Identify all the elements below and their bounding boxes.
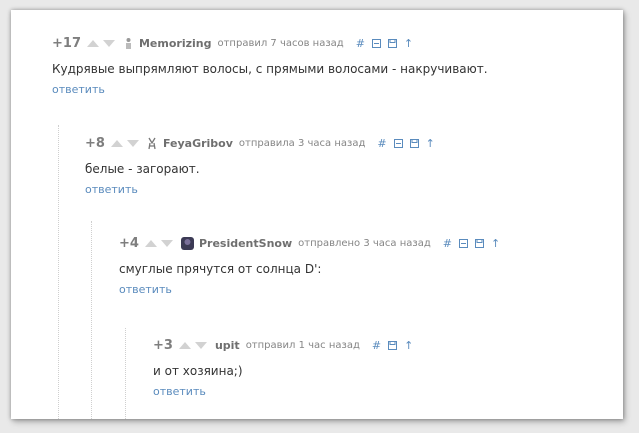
- comments-panel: +17 Memorizing отправил 7 часов назад # …: [11, 10, 623, 419]
- rating: +8: [85, 135, 105, 151]
- hash-icon[interactable]: #: [372, 340, 381, 351]
- rating: +3: [153, 337, 173, 353]
- comment: +3 upit отправил 1 час назад # ↑ и от хо…: [153, 337, 413, 399]
- downvote-icon[interactable]: [126, 139, 139, 147]
- comment: +17 Memorizing отправил 7 часов назад # …: [52, 35, 488, 97]
- upvote-icon[interactable]: [178, 341, 191, 349]
- downvote-icon[interactable]: [194, 341, 207, 349]
- thread-line[interactable]: [58, 125, 60, 419]
- reply-link[interactable]: ответить: [85, 183, 435, 196]
- timestamp: отправила 3 часа назад: [238, 137, 366, 149]
- comment-tools: # ↑: [443, 238, 500, 249]
- arrow-up-icon[interactable]: ↑: [491, 238, 500, 249]
- upvote-icon[interactable]: [144, 239, 157, 247]
- reply-link[interactable]: ответить: [52, 83, 488, 96]
- comment-header: +8 FeyaGribov отправила 3 часа назад # ↑: [85, 135, 435, 151]
- rating: +4: [119, 235, 139, 251]
- save-icon[interactable]: [409, 138, 419, 148]
- rating: +17: [52, 35, 81, 51]
- upvote-icon[interactable]: [86, 39, 99, 47]
- username[interactable]: PresidentSnow: [199, 237, 292, 250]
- hash-icon[interactable]: #: [377, 138, 386, 149]
- vote-controls: [110, 139, 139, 147]
- comment-tools: # ↑: [356, 38, 413, 49]
- downvote-icon[interactable]: [102, 39, 115, 47]
- comment-text: белые - загорают.: [85, 162, 200, 176]
- save-icon[interactable]: [474, 238, 484, 248]
- hash-icon[interactable]: #: [443, 238, 452, 249]
- username[interactable]: Memorizing: [139, 37, 212, 50]
- thread-line[interactable]: [125, 328, 127, 419]
- vote-controls: [86, 39, 115, 47]
- username[interactable]: FeyaGribov: [163, 137, 233, 150]
- comment-header: +17 Memorizing отправил 7 часов назад # …: [52, 35, 488, 51]
- username[interactable]: upit: [215, 339, 240, 352]
- comment-header: +4 PresidentSnow отправлено 3 часа назад…: [119, 235, 500, 251]
- comment-header: +3 upit отправил 1 час назад # ↑: [153, 337, 413, 353]
- hash-icon[interactable]: #: [356, 38, 365, 49]
- comment-text: и от хозяина;): [153, 364, 243, 378]
- downvote-icon[interactable]: [160, 239, 173, 247]
- thread-line[interactable]: [91, 221, 93, 419]
- vote-controls: [178, 341, 207, 349]
- comment: +8 FeyaGribov отправила 3 часа назад # ↑…: [85, 135, 435, 197]
- arrow-up-icon[interactable]: ↑: [404, 340, 413, 351]
- comment-text: Кудрявые выпрямляют волосы, с прямыми во…: [52, 62, 488, 76]
- timestamp: отправил 1 час назад: [245, 339, 360, 351]
- arrow-up-icon[interactable]: ↑: [404, 38, 413, 49]
- save-icon[interactable]: [387, 38, 397, 48]
- upvote-icon[interactable]: [110, 139, 123, 147]
- timestamp: отправил 7 часов назад: [217, 37, 344, 49]
- arrow-up-icon[interactable]: ↑: [426, 138, 435, 149]
- reply-link[interactable]: ответить: [153, 385, 413, 398]
- comment-tools: # ↑: [372, 340, 413, 351]
- collapse-icon[interactable]: [371, 38, 381, 48]
- avatar[interactable]: [123, 37, 134, 50]
- comment-tools: # ↑: [377, 138, 434, 149]
- reply-link[interactable]: ответить: [119, 283, 500, 296]
- avatar[interactable]: [147, 137, 158, 150]
- save-icon[interactable]: [388, 340, 398, 350]
- comment-text: смуглые прячутся от солнца D':: [119, 262, 322, 276]
- collapse-icon[interactable]: [458, 238, 468, 248]
- comment: +4 PresidentSnow отправлено 3 часа назад…: [119, 235, 500, 297]
- avatar[interactable]: [180, 236, 194, 250]
- timestamp: отправлено 3 часа назад: [298, 237, 431, 249]
- collapse-icon[interactable]: [393, 138, 403, 148]
- vote-controls: [144, 239, 173, 247]
